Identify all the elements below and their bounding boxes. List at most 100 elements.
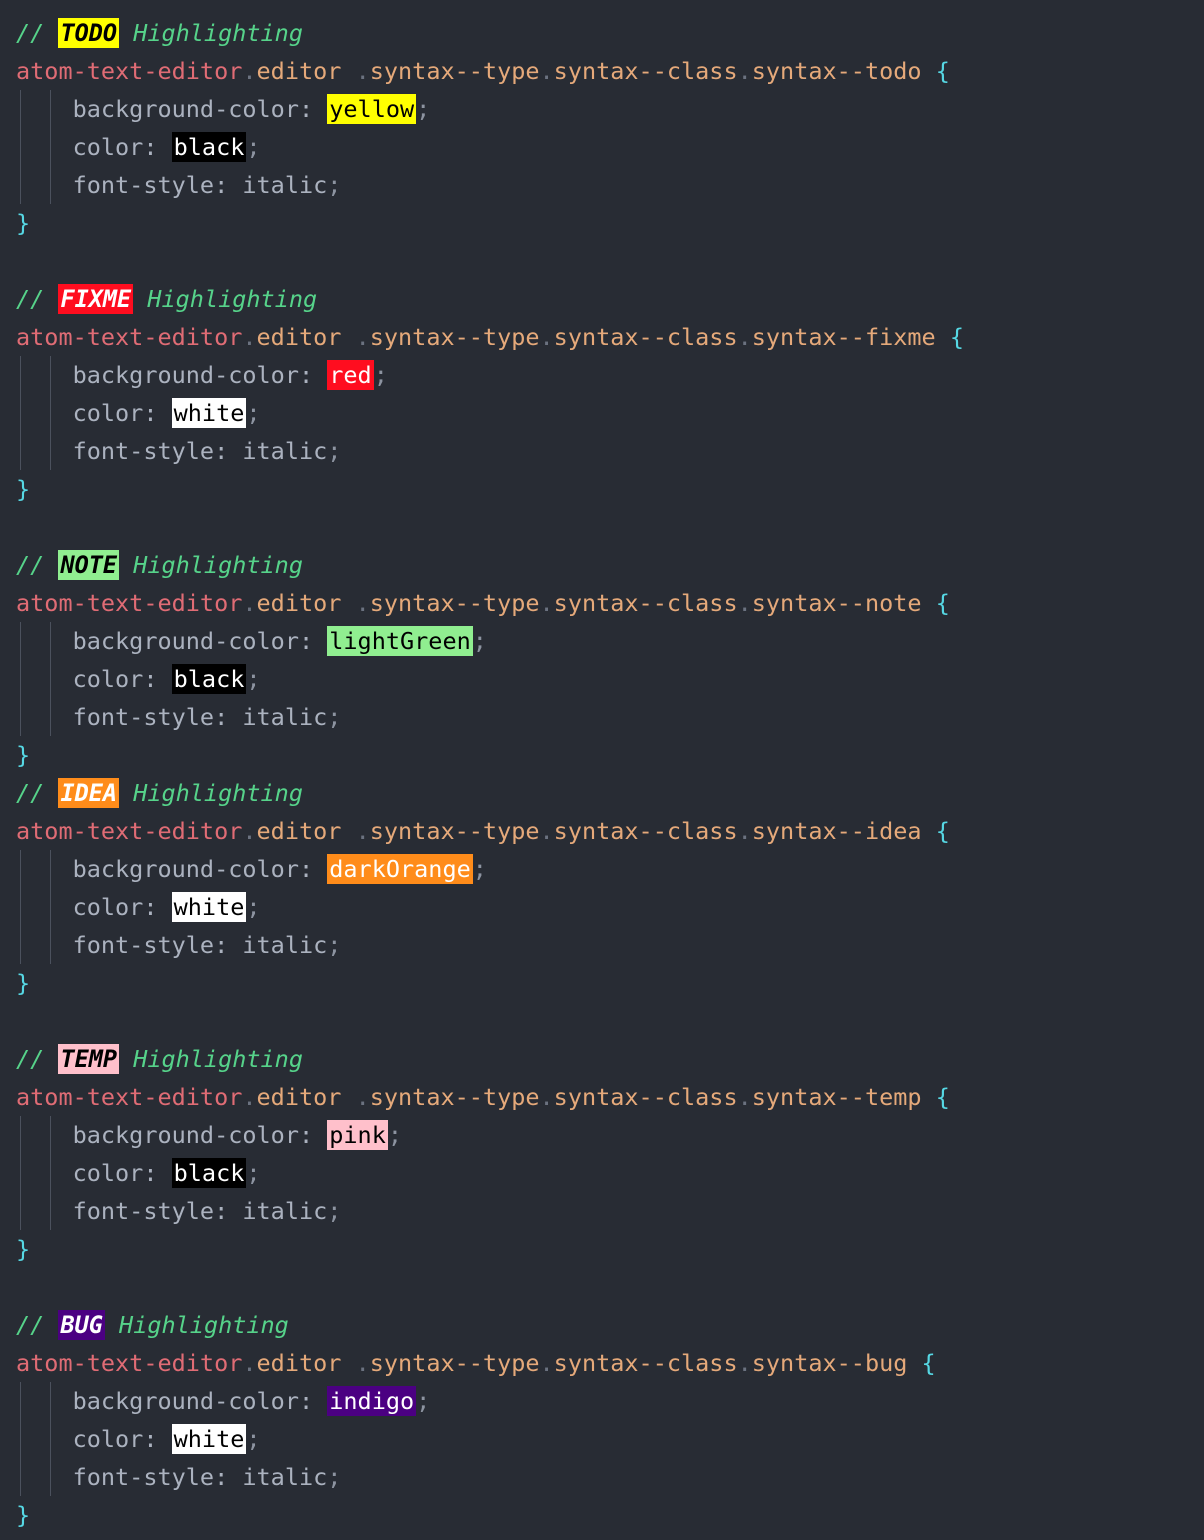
- semicolon: ;: [246, 893, 261, 921]
- close-brace-line: }: [16, 1496, 1204, 1534]
- selector-editor-class: editor: [256, 1083, 356, 1111]
- selector-type-class: syntax--type: [369, 589, 540, 617]
- property-name: font-style:: [16, 171, 243, 199]
- selector-tag: atom-text-editor: [16, 817, 243, 845]
- comment-suffix: Highlighting: [104, 1311, 289, 1339]
- selector-dot: .: [242, 589, 257, 617]
- editor-lines: // TODO Highlighting atom-text-editor.edi…: [0, 0, 1204, 1534]
- selector-type-class: syntax--type: [369, 817, 540, 845]
- selector-dot: .: [737, 1349, 752, 1377]
- semicolon: ;: [246, 665, 261, 693]
- selector-line: atom-text-editor.editor .syntax--type.sy…: [16, 1078, 1204, 1116]
- semicolon: ;: [373, 361, 388, 389]
- property-name: font-style:: [16, 1463, 243, 1491]
- declaration-background-color: background-color: lightGreen;: [16, 622, 1204, 660]
- selector-leaf-class: syntax--note: [751, 589, 936, 617]
- declaration-background-color: background-color: darkOrange;: [16, 850, 1204, 888]
- property-name: font-style:: [16, 437, 243, 465]
- selector-class-class: syntax--class: [553, 1083, 738, 1111]
- selector-dot: .: [539, 1349, 554, 1377]
- property-name: background-color:: [16, 855, 328, 883]
- selector-type-class: syntax--type: [369, 323, 540, 351]
- semicolon: ;: [327, 1197, 342, 1225]
- selector-dot: .: [539, 57, 554, 85]
- property-name: background-color:: [16, 1121, 328, 1149]
- open-brace: {: [949, 323, 964, 351]
- semicolon: ;: [246, 1159, 261, 1187]
- selector-class-class: syntax--class: [553, 817, 738, 845]
- selector-dot: .: [539, 589, 554, 617]
- selector-dot: .: [539, 817, 554, 845]
- property-name: background-color:: [16, 95, 328, 123]
- declaration-background-color: background-color: indigo;: [16, 1382, 1204, 1420]
- declaration-color: color: black;: [16, 128, 1204, 166]
- close-brace-line: }: [16, 204, 1204, 242]
- comment-slashes: //: [16, 1311, 59, 1339]
- color-swatch-note-foreground: black: [171, 664, 247, 694]
- property-name: font-style:: [16, 1197, 243, 1225]
- property-name: background-color:: [16, 627, 328, 655]
- selector-editor-class: editor: [256, 57, 356, 85]
- selector-class-class: syntax--class: [553, 57, 738, 85]
- declaration-color: color: white;: [16, 394, 1204, 432]
- semicolon: ;: [327, 171, 342, 199]
- selector-type-class: syntax--type: [369, 1083, 540, 1111]
- selector-class-class: syntax--class: [553, 589, 738, 617]
- comment-slashes: //: [16, 1045, 59, 1073]
- selector-line: atom-text-editor.editor .syntax--type.sy…: [16, 318, 1204, 356]
- comment-slashes: //: [16, 551, 59, 579]
- color-swatch-temp-foreground: black: [171, 1158, 247, 1188]
- badge-bug: BUG: [58, 1310, 105, 1340]
- semicolon: ;: [472, 627, 487, 655]
- comment-line: // IDEA Highlighting: [16, 774, 1204, 812]
- comment-suffix: Highlighting: [119, 551, 303, 579]
- selector-editor-class: editor: [256, 589, 356, 617]
- semicolon: ;: [246, 133, 261, 161]
- selector-leaf-class: syntax--fixme: [751, 323, 950, 351]
- semicolon: ;: [246, 1425, 261, 1453]
- selector-dot: .: [355, 589, 370, 617]
- declaration-background-color: background-color: pink;: [16, 1116, 1204, 1154]
- property-name: color:: [16, 399, 172, 427]
- close-brace: }: [16, 1501, 31, 1529]
- code-editor[interactable]: // TODO Highlighting atom-text-editor.edi…: [0, 0, 1204, 1540]
- declaration-font-style: font-style: italic;: [16, 698, 1204, 736]
- property-name: font-style:: [16, 931, 243, 959]
- selector-leaf-class: syntax--temp: [751, 1083, 936, 1111]
- property-value: italic: [242, 1197, 328, 1225]
- comment-line: // FIXME Highlighting: [16, 280, 1204, 318]
- comment-suffix: Highlighting: [119, 19, 303, 47]
- selector-editor-class: editor: [256, 323, 356, 351]
- property-name: font-style:: [16, 703, 243, 731]
- semicolon: ;: [387, 1121, 403, 1149]
- close-brace-line: }: [16, 736, 1204, 774]
- selector-dot: .: [242, 323, 257, 351]
- declaration-font-style: font-style: italic;: [16, 1458, 1204, 1496]
- declaration-color: color: white;: [16, 888, 1204, 926]
- selector-line: atom-text-editor.editor .syntax--type.sy…: [16, 1344, 1204, 1382]
- selector-dot: .: [737, 1083, 752, 1111]
- declaration-color: color: black;: [16, 1154, 1204, 1192]
- close-brace: }: [16, 1235, 31, 1263]
- property-name: background-color:: [16, 361, 328, 389]
- selector-leaf-class: syntax--idea: [751, 817, 936, 845]
- open-brace: {: [921, 1349, 936, 1377]
- semicolon: ;: [327, 931, 342, 959]
- comment-slashes: //: [16, 19, 59, 47]
- close-brace: }: [16, 209, 31, 237]
- selector-dot: .: [355, 817, 370, 845]
- property-value: italic: [242, 437, 328, 465]
- selector-line: atom-text-editor.editor .syntax--type.sy…: [16, 52, 1204, 90]
- selector-dot: .: [355, 57, 370, 85]
- open-brace: {: [935, 589, 950, 617]
- semicolon: ;: [327, 1463, 342, 1491]
- semicolon: ;: [472, 855, 487, 883]
- color-swatch-note-background: lightGreen: [327, 626, 473, 656]
- property-name: color:: [16, 1159, 172, 1187]
- selector-dot: .: [539, 323, 554, 351]
- property-name: color:: [16, 133, 172, 161]
- color-swatch-todo-foreground: black: [171, 132, 247, 162]
